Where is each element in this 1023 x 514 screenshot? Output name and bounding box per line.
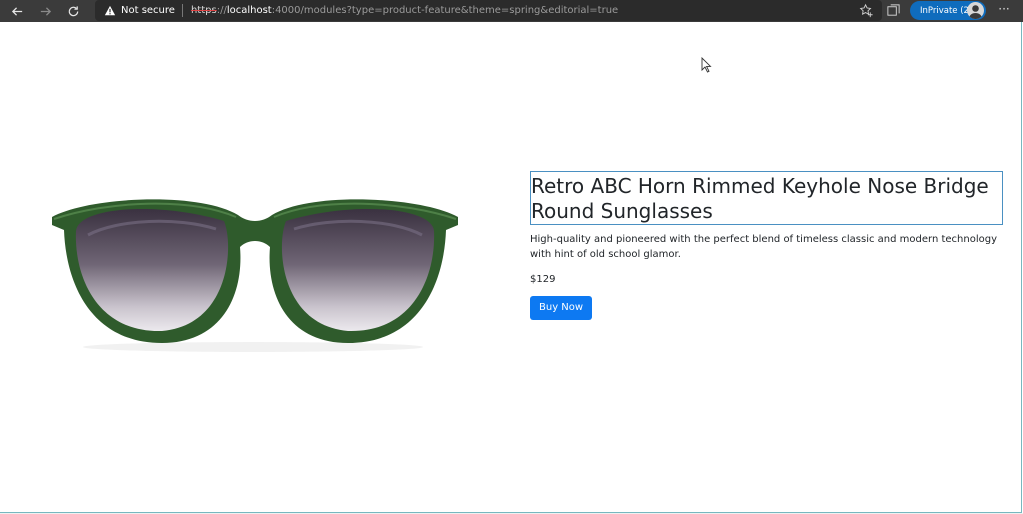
more-menu-icon[interactable]: ··· bbox=[996, 2, 1012, 18]
product-description: High-quality and pioneered with the perf… bbox=[530, 234, 997, 260]
back-button[interactable] bbox=[3, 0, 31, 22]
warning-icon[interactable] bbox=[102, 3, 118, 19]
address-bar[interactable]: Not secure https://localhost:4000/module… bbox=[95, 0, 882, 21]
mouse-cursor-icon bbox=[701, 57, 712, 73]
sunglasses-image bbox=[52, 199, 458, 352]
person-icon bbox=[969, 5, 982, 19]
forward-button[interactable] bbox=[31, 0, 59, 22]
collections-icon[interactable] bbox=[886, 3, 901, 18]
inprivate-label: InPrivate (2) bbox=[920, 5, 973, 16]
product-info: Retro ABC Horn Rimmed Keyhole Nose Bridg… bbox=[530, 171, 1003, 320]
inprivate-badge[interactable]: InPrivate (2) bbox=[910, 1, 986, 20]
product-price: $129 bbox=[530, 274, 556, 285]
url-scheme: https bbox=[190, 5, 217, 16]
back-arrow-icon bbox=[11, 6, 22, 16]
url-rest: :4000/modules?type=product-feature&theme… bbox=[271, 5, 619, 16]
add-favorite-icon[interactable] bbox=[859, 3, 874, 18]
refresh-icon bbox=[68, 5, 78, 16]
address-divider bbox=[181, 4, 183, 17]
buy-now-button[interactable]: Buy Now bbox=[530, 296, 593, 320]
forward-arrow-icon bbox=[40, 6, 51, 16]
profile-avatar[interactable] bbox=[967, 2, 984, 19]
url-separator: :// bbox=[216, 5, 227, 16]
product-title: Retro ABC Horn Rimmed Keyhole Nose Bridg… bbox=[530, 171, 1003, 225]
browser-toolbar: Not secure https://localhost:4000/module… bbox=[0, 0, 1023, 22]
security-label[interactable]: Not secure bbox=[121, 5, 175, 16]
refresh-button[interactable] bbox=[59, 0, 87, 22]
url-text[interactable]: https://localhost:4000/modules?type=prod… bbox=[191, 5, 618, 16]
url-host: localhost bbox=[226, 5, 272, 16]
